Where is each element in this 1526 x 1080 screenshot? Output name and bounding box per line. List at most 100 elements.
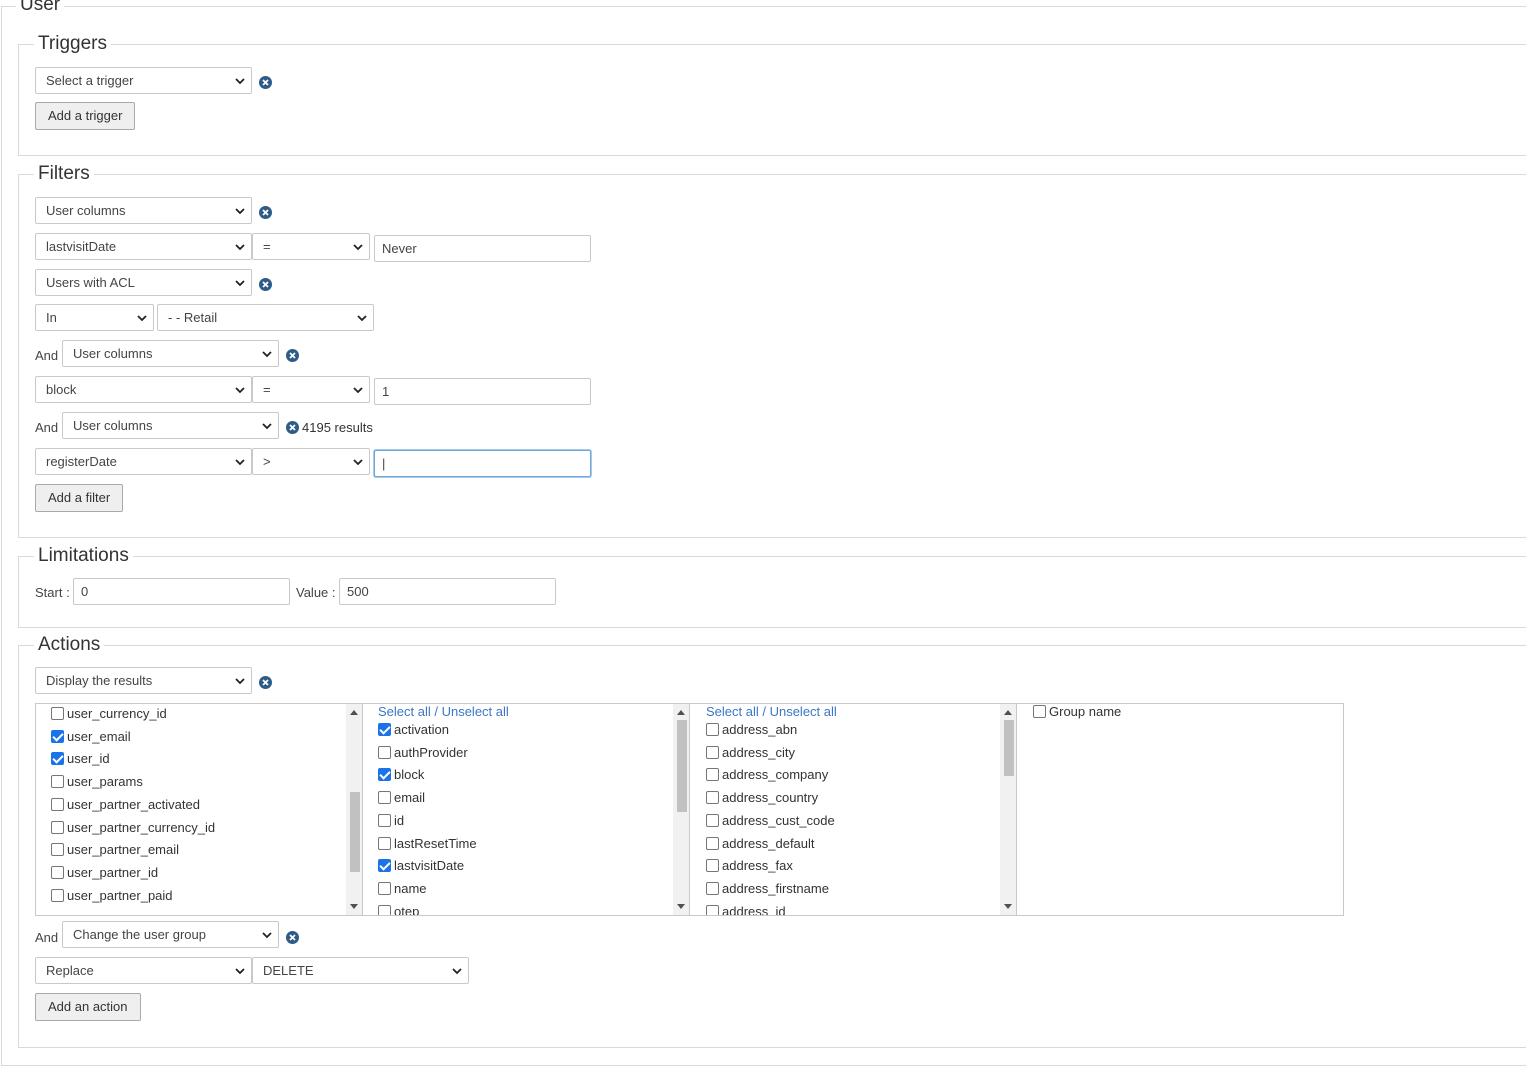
column-checkbox-row[interactable]: user_partner_id: [51, 864, 158, 884]
filter4-type-select[interactable]: User columns: [62, 412, 279, 439]
column-list-user[interactable]: user_currency_id user_email user_id user_pa…: [35, 703, 364, 916]
list2-scroll-thumb[interactable]: [677, 720, 687, 812]
column-checkbox[interactable]: [51, 797, 64, 811]
value-input[interactable]: 500: [339, 578, 556, 605]
filter1-type-select[interactable]: User columns: [35, 197, 252, 224]
remove-trigger-icon[interactable]: [259, 76, 272, 89]
remove-action2-icon[interactable]: [286, 931, 299, 944]
filter2-type-select[interactable]: Users with ACL: [35, 269, 252, 296]
filter3-value-input[interactable]: 1: [374, 378, 591, 405]
column-checkbox[interactable]: [706, 723, 719, 736]
column-list-address[interactable]: Select all / Unselect all address_abnadd…: [689, 703, 1018, 916]
column-checkbox-row[interactable]: user_email: [51, 728, 131, 748]
list2-select-all-link[interactable]: Select all / Unselect all: [378, 704, 509, 723]
add-filter-button[interactable]: Add a filter: [35, 484, 124, 512]
column-checkbox-row[interactable]: address_abn: [706, 721, 797, 741]
list1-scroll-thumb[interactable]: [350, 792, 360, 872]
column-checkbox-row[interactable]: address_id: [706, 903, 786, 915]
column-checkbox-row[interactable]: address_city: [706, 744, 795, 764]
scroll-down-icon[interactable]: [677, 904, 685, 909]
add-trigger-button[interactable]: Add a trigger: [35, 102, 136, 130]
column-checkbox-row[interactable]: name: [378, 880, 427, 900]
action2-mode-select[interactable]: Replace: [35, 957, 252, 984]
column-checkbox[interactable]: [378, 768, 391, 782]
column-checkbox-row[interactable]: address_fax: [706, 857, 793, 877]
column-list-group[interactable]: Group name: [1016, 703, 1344, 916]
scroll-down-icon[interactable]: [350, 904, 358, 909]
column-checkbox[interactable]: [706, 881, 719, 895]
column-checkbox[interactable]: [378, 791, 391, 805]
list1-scrollbar[interactable]: [346, 704, 363, 915]
scroll-up-icon[interactable]: [350, 710, 358, 715]
remove-filter1-icon[interactable]: [259, 206, 272, 219]
scroll-up-icon[interactable]: [1004, 710, 1012, 715]
column-checkbox-row[interactable]: email: [378, 789, 425, 809]
action-type-select[interactable]: Display the results: [35, 667, 252, 694]
column-checkbox[interactable]: [706, 745, 719, 759]
column-checkbox-row[interactable]: address_default: [706, 835, 815, 855]
column-checkbox[interactable]: [706, 813, 719, 827]
column-checkbox-row[interactable]: user_params: [51, 773, 143, 793]
filter1-operator-select[interactable]: =: [252, 233, 370, 260]
column-checkbox[interactable]: [51, 729, 64, 743]
list2-scrollbar[interactable]: [673, 704, 690, 915]
filter4-value-input[interactable]: |: [374, 450, 591, 477]
column-checkbox[interactable]: [378, 881, 391, 895]
remove-filter2-icon[interactable]: [259, 278, 272, 291]
column-checkbox[interactable]: [51, 775, 64, 789]
column-checkbox[interactable]: [51, 843, 64, 857]
column-checkbox-row[interactable]: id: [378, 812, 404, 832]
column-checkbox-row[interactable]: authProvider: [378, 744, 468, 764]
column-checkbox-row[interactable]: otep: [378, 903, 419, 915]
filter3-column-select[interactable]: block: [35, 376, 252, 403]
filter2-group-select[interactable]: - - Retail: [157, 304, 374, 331]
column-checkbox[interactable]: [378, 723, 391, 736]
action2-type-select[interactable]: Change the user group: [62, 921, 279, 948]
column-checkbox[interactable]: [1033, 705, 1046, 718]
column-checkbox[interactable]: [51, 888, 64, 902]
column-checkbox[interactable]: [706, 791, 719, 805]
filter3-operator-select[interactable]: =: [252, 376, 370, 403]
action2-group-select[interactable]: DELETE: [252, 957, 469, 984]
column-checkbox-row[interactable]: user_partner_paid: [51, 887, 173, 907]
column-list-users-table[interactable]: Select all / Unselect all activation auth…: [362, 703, 691, 916]
filter4-operator-select[interactable]: >: [252, 448, 370, 475]
column-checkbox-row[interactable]: user_partner_activated: [51, 796, 200, 816]
column-checkbox[interactable]: [706, 859, 719, 873]
filter2-mode-select[interactable]: In: [35, 304, 154, 331]
column-checkbox[interactable]: [706, 904, 719, 915]
column-checkbox[interactable]: [706, 836, 719, 850]
column-checkbox-row[interactable]: user_currency_id: [51, 705, 167, 725]
column-checkbox-row[interactable]: user_partner_email: [51, 841, 179, 861]
column-checkbox-row[interactable]: address_country: [706, 789, 818, 809]
column-checkbox[interactable]: [51, 865, 64, 879]
column-checkbox-row[interactable]: address_cust_code: [706, 812, 835, 832]
remove-action-icon[interactable]: [259, 676, 272, 689]
column-checkbox-row[interactable]: user_id: [51, 750, 110, 770]
column-checkbox-row[interactable]: Group name: [1033, 704, 1121, 723]
list3-scroll-thumb[interactable]: [1004, 720, 1014, 776]
list3-select-all-link[interactable]: Select all / Unselect all: [706, 704, 837, 723]
filter4-column-select[interactable]: registerDate: [35, 448, 252, 475]
filter3-type-select[interactable]: User columns: [62, 340, 279, 367]
start-input[interactable]: 0: [73, 578, 290, 605]
filter1-value-input[interactable]: Never: [374, 235, 591, 262]
column-checkbox-row[interactable]: address_company: [706, 766, 828, 786]
filter1-column-select[interactable]: lastvisitDate: [35, 233, 252, 260]
remove-filter3-icon[interactable]: [286, 349, 299, 362]
column-checkbox[interactable]: [378, 904, 391, 915]
trigger-select[interactable]: Select a trigger: [35, 67, 252, 94]
column-checkbox[interactable]: [378, 745, 391, 759]
column-checkbox[interactable]: [51, 820, 64, 834]
column-checkbox[interactable]: [378, 859, 391, 873]
column-checkbox[interactable]: [378, 836, 391, 850]
column-checkbox-row[interactable]: activation: [378, 721, 449, 741]
list3-scrollbar[interactable]: [1000, 704, 1017, 915]
column-checkbox-row[interactable]: user_partner_currency_id: [51, 819, 215, 839]
column-checkbox-row[interactable]: address_firstname: [706, 880, 829, 900]
add-action-button[interactable]: Add an action: [35, 993, 141, 1021]
column-checkbox[interactable]: [51, 707, 64, 720]
scroll-down-icon[interactable]: [1004, 904, 1012, 909]
column-checkbox[interactable]: [378, 813, 391, 827]
remove-filter4-icon[interactable]: [286, 421, 299, 434]
